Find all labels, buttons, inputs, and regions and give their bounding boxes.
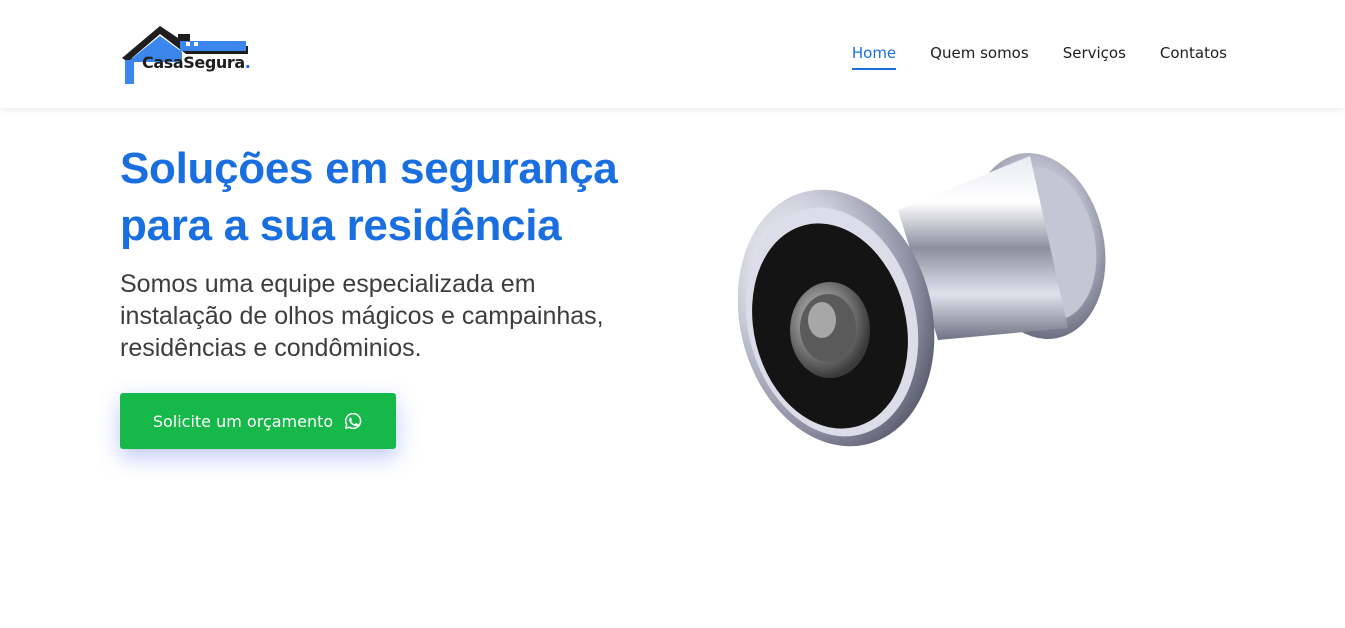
hero-subtitle-line-1: Somos uma equipe especializada em [120, 270, 536, 298]
nav-item-contatos[interactable]: Contatos [1160, 44, 1227, 70]
hero-subtitle-line-2: instalação de olhos mágicos e campainhas… [120, 302, 604, 330]
site-header: CasaSegura. Home Quem somos Serviços Con… [0, 0, 1345, 108]
request-quote-button[interactable]: Solicite um orçamento [120, 393, 396, 449]
hero-section: Soluções em segurança para a sua residên… [120, 140, 680, 364]
hero-title: Soluções em segurança para a sua residên… [120, 140, 680, 254]
hero-subtitle-line-3: residências e condôminios. [120, 334, 422, 362]
nav-item-servicos[interactable]: Serviços [1063, 44, 1126, 70]
hero-title-line-2: para a sua residência [120, 201, 562, 250]
door-peephole-image [737, 150, 1110, 454]
whatsapp-icon [345, 412, 362, 430]
brand-name: CasaSegura. [142, 53, 251, 72]
hero-subtitle: Somos uma equipe especializada em instal… [120, 268, 680, 364]
nav-item-quem-somos[interactable]: Quem somos [930, 44, 1029, 70]
hero-title-line-1: Soluções em segurança [120, 144, 618, 193]
main-nav: Home Quem somos Serviços Contatos [851, 44, 1227, 70]
nav-item-home[interactable]: Home [851, 44, 897, 70]
brand-dot: . [244, 53, 251, 72]
brand-logo[interactable]: CasaSegura. [120, 22, 251, 86]
request-quote-label: Solicite um orçamento [152, 411, 334, 431]
